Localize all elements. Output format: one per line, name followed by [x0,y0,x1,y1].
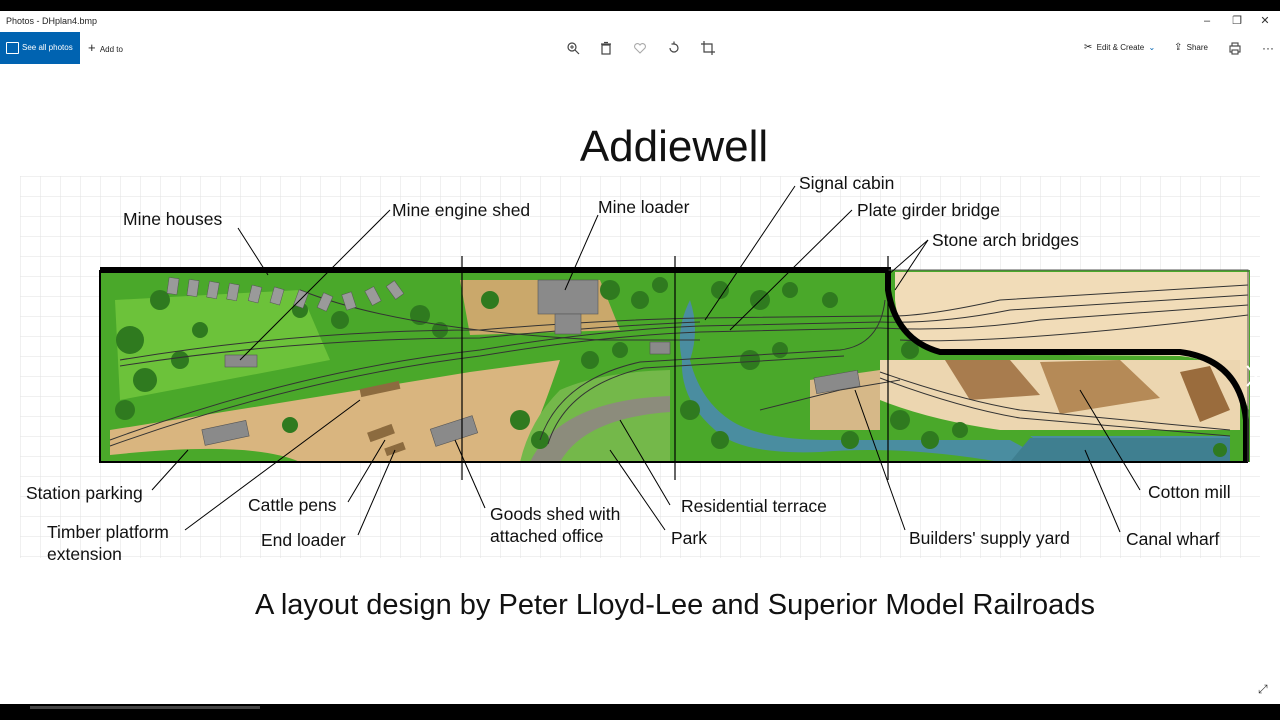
label-mine-houses: Mine houses [123,209,222,229]
plan-title: Addiewell [580,122,768,171]
photo-viewer[interactable]: Addiewell Mine houses Mine engine shed M… [0,64,1280,704]
label-residential-terrace: Residential terrace [681,496,827,516]
toolbar: See all photos + Add to ✂ Edit & Create … [0,32,1280,64]
delete-icon[interactable] [598,40,614,56]
close-button[interactable]: ✕ [1250,11,1280,32]
share-label: Share [1186,43,1208,52]
label-goods-shed-line1: Goods shed with [490,504,620,524]
rotate-icon[interactable] [666,40,682,56]
label-timber-platform-line2: extension [47,544,122,564]
fullscreen-icon[interactable]: ⤢ [1258,682,1268,697]
see-all-photos-label: See all photos [22,43,73,52]
window-title: Photos - DHplan4.bmp [6,16,98,26]
label-timber-platform-line1: Timber platform [47,522,169,542]
bottom-strip [0,704,1280,720]
edit-create-label: Edit & Create [1096,43,1145,52]
label-builders-supply-yard: Builders' supply yard [909,528,1070,548]
crop-icon[interactable] [700,40,716,56]
label-goods-shed-line2: attached office [490,526,604,546]
label-plate-girder-bridge: Plate girder bridge [857,200,1000,220]
label-stone-arch-bridges: Stone arch bridges [932,230,1079,250]
print-icon[interactable] [1227,40,1243,56]
see-all-photos-button[interactable]: See all photos [0,32,80,64]
label-signal-cabin: Signal cabin [799,173,894,193]
label-end-loader: End loader [261,530,346,550]
edit-create-button[interactable]: ✂ Edit & Create ⌄ [1084,32,1155,64]
label-mine-engine-shed: Mine engine shed [392,200,530,220]
title-bar: Photos - DHplan4.bmp [0,11,1280,32]
chevron-down-icon: ⌄ [1148,43,1156,52]
more-options-icon[interactable]: ··· [1262,32,1274,64]
photos-icon [6,42,19,54]
plan-credit: A layout design by Peter Lloyd-Lee and S… [255,589,1095,621]
top-strip [0,0,1280,11]
layout-plan-image: Addiewell Mine houses Mine engine shed M… [20,122,1260,621]
share-icon: ⇪ [1174,42,1183,53]
zoom-icon[interactable] [565,40,581,56]
add-to-button[interactable]: + Add to [88,32,123,64]
share-button[interactable]: ⇪ Share [1174,32,1208,64]
label-park: Park [671,528,707,548]
edit-icon: ✂ [1084,42,1093,53]
add-to-label: Add to [99,45,123,54]
minimize-button[interactable]: – [1192,11,1222,32]
label-mine-loader: Mine loader [598,197,690,217]
label-canal-wharf: Canal wharf [1126,529,1220,549]
plus-icon: + [88,40,96,55]
label-station-parking: Station parking [26,483,143,503]
heart-icon[interactable] [632,40,648,56]
taskbar-segment [30,706,260,709]
label-cattle-pens: Cattle pens [248,495,337,515]
maximize-button[interactable]: ❐ [1222,11,1252,32]
label-cotton-mill: Cotton mill [1148,482,1231,502]
